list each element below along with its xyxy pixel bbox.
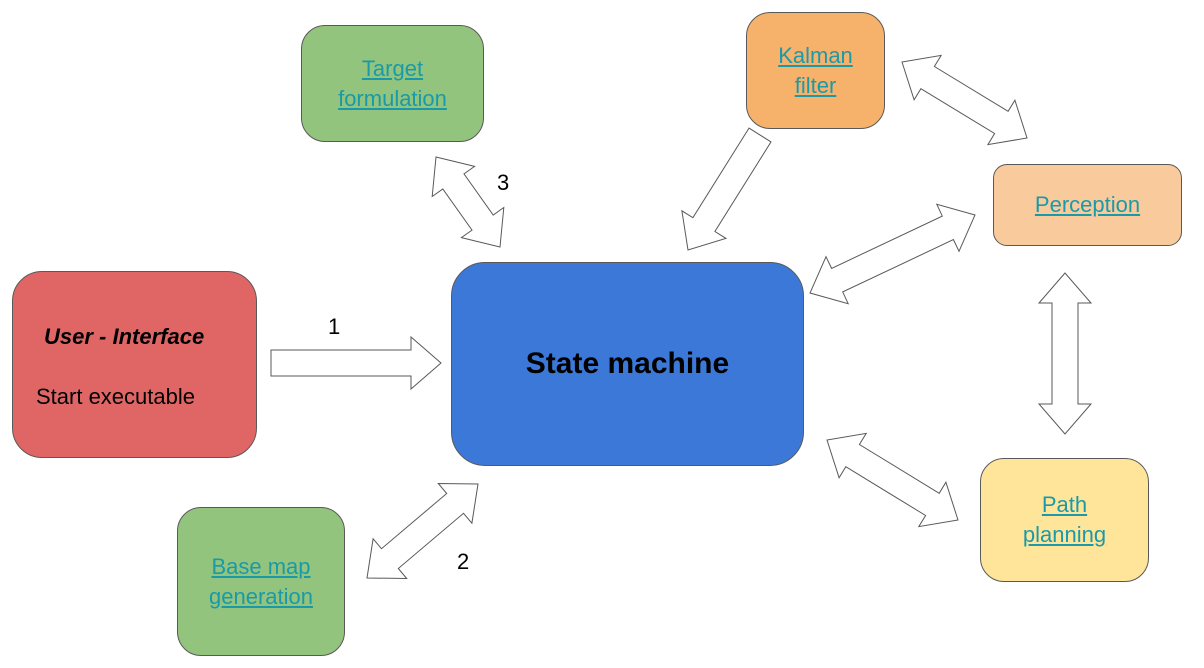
node-state-machine[interactable]: State machine: [451, 262, 804, 466]
path-planning-link[interactable]: Path: [1042, 490, 1087, 520]
arrow-kalman-perception: [901, 54, 1028, 146]
arrow-path-planning-state-machine: [826, 432, 959, 528]
state-machine-label: State machine: [525, 347, 730, 380]
node-target-formulation[interactable]: Target formulation: [301, 25, 484, 142]
arrow-state-machine-target: [431, 156, 505, 248]
kalman-filter-link[interactable]: Kalman: [778, 41, 853, 71]
arrow-user-interface-state-machine: [270, 335, 442, 391]
arrow-perception-path-planning: [1037, 272, 1093, 435]
perception-link[interactable]: Perception: [1035, 190, 1140, 220]
node-perception[interactable]: Perception: [993, 164, 1182, 246]
kalman-filter-link-line2[interactable]: filter: [795, 71, 837, 101]
edge-label-2: 2: [457, 549, 470, 574]
user-interface-subtitle: Start executable: [36, 384, 195, 409]
node-kalman-filter[interactable]: Kalman filter: [746, 12, 885, 129]
edge-label-1: 1: [328, 314, 341, 339]
node-path-planning[interactable]: Path planning: [980, 458, 1149, 582]
user-interface-title: User - Interface: [44, 324, 205, 349]
node-base-map-generation[interactable]: Base map generation: [177, 507, 345, 656]
path-planning-link-line2[interactable]: planning: [1023, 520, 1106, 550]
target-formulation-link[interactable]: Target: [362, 54, 423, 84]
target-formulation-link-line2[interactable]: formulation: [338, 84, 447, 114]
arrow-kalman-state-machine: [681, 127, 772, 251]
base-map-link[interactable]: Base map: [211, 552, 310, 582]
arrow-perception-state-machine: [809, 203, 976, 305]
node-user-interface[interactable]: User - Interface Start executable: [12, 271, 257, 458]
base-map-link-line2[interactable]: generation: [209, 582, 313, 612]
edge-label-3: 3: [497, 170, 510, 195]
